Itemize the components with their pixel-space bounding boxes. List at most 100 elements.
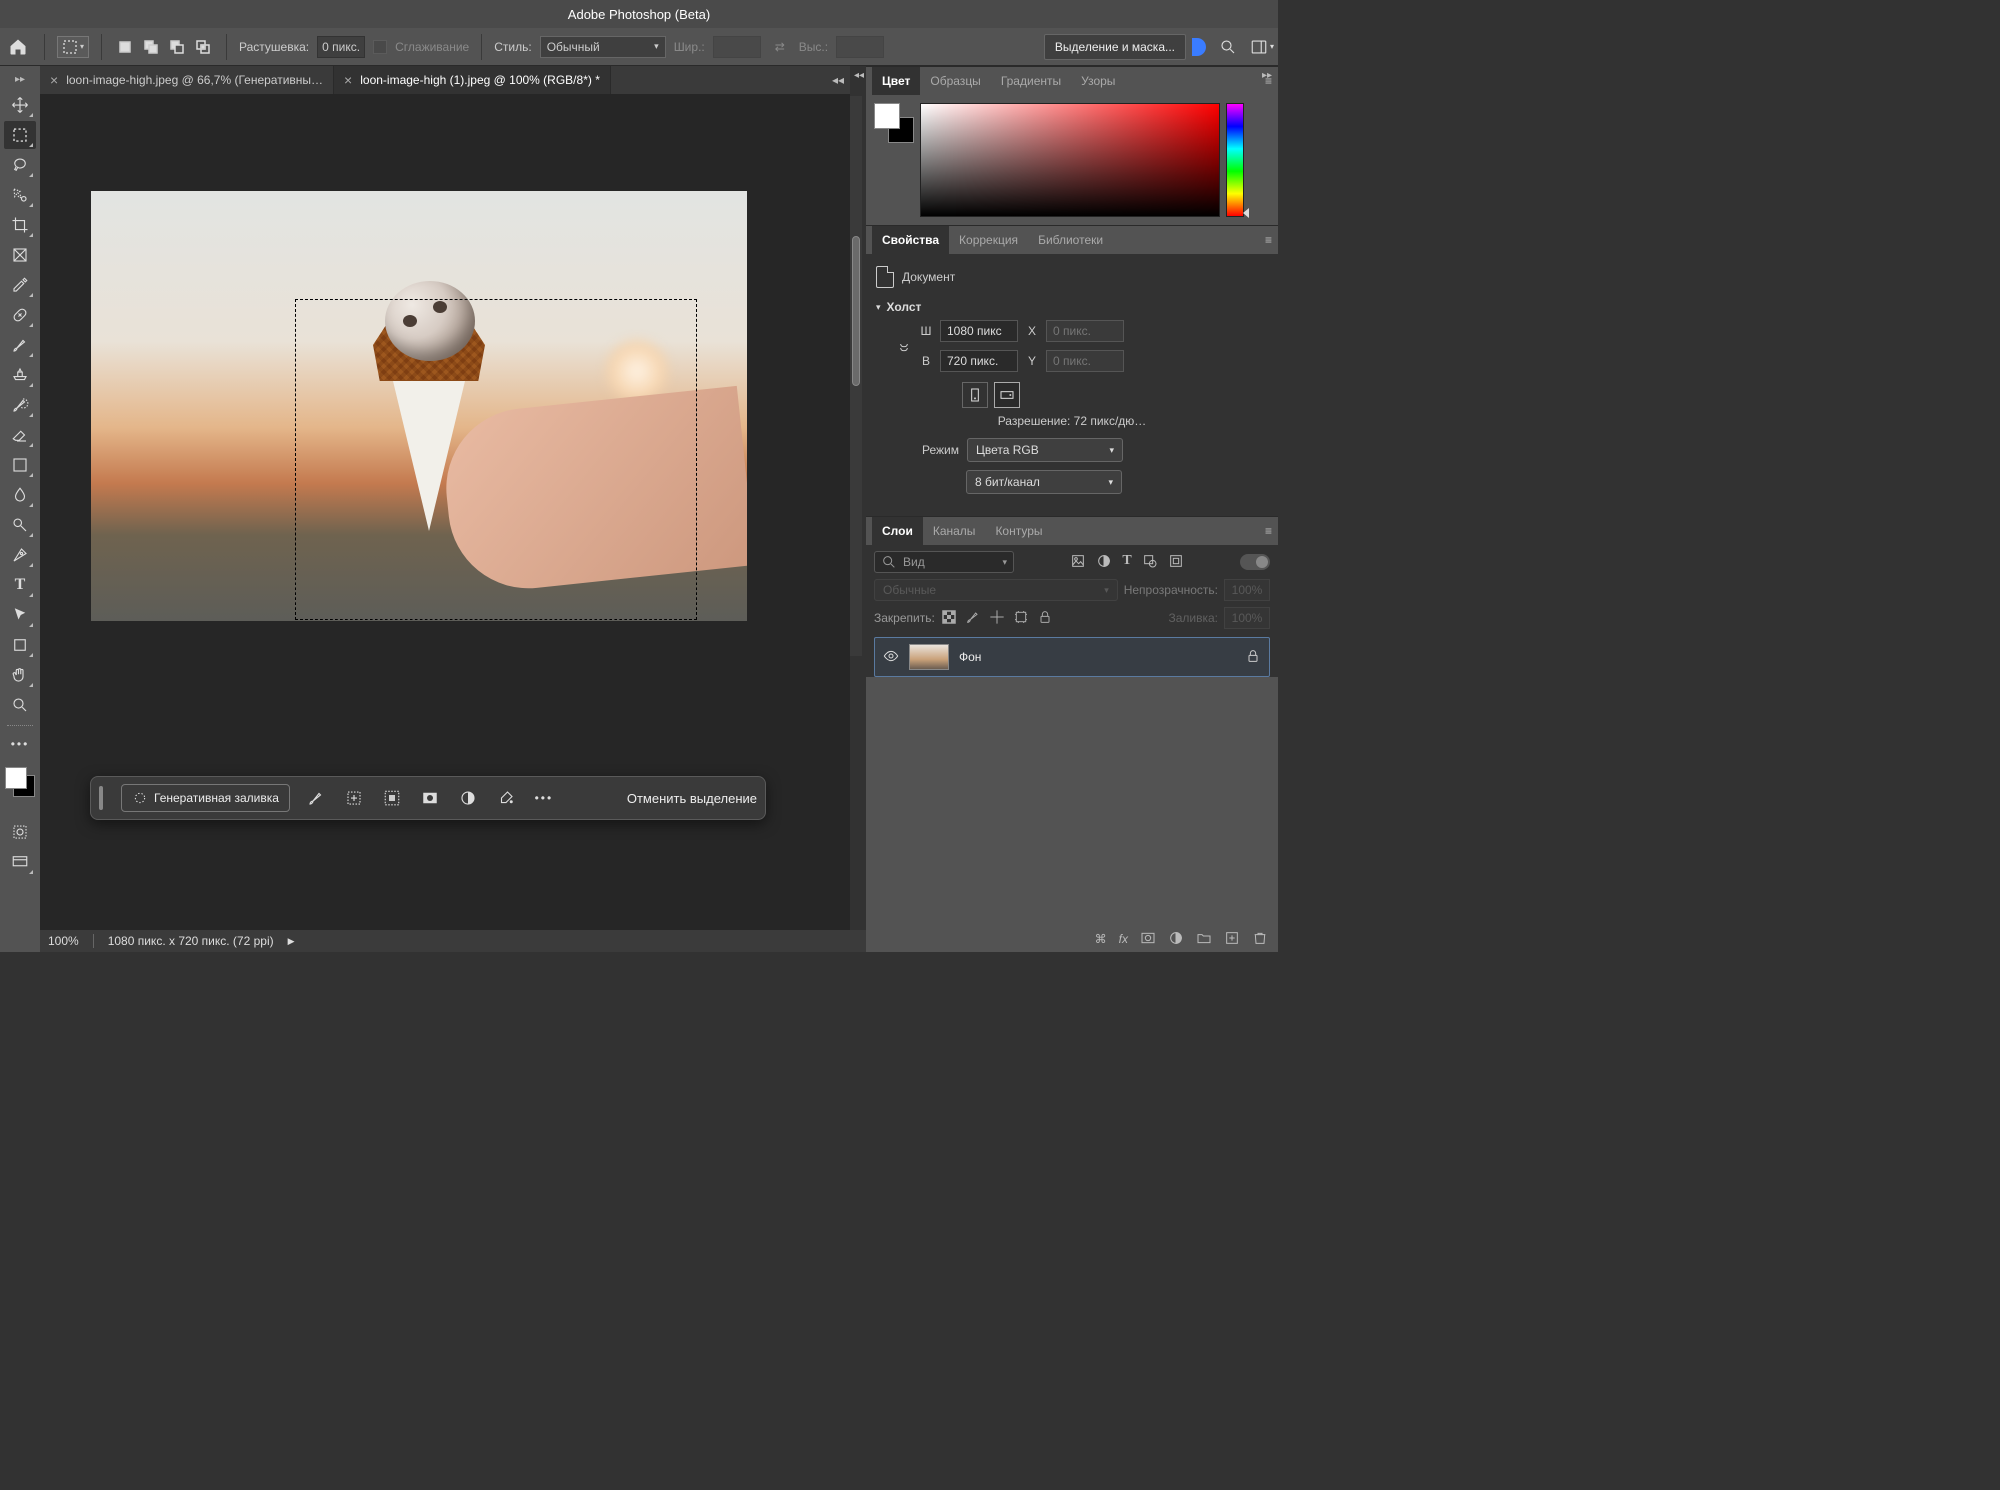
marquee-tool[interactable] xyxy=(4,121,36,149)
type-tool[interactable]: T xyxy=(4,571,36,599)
layer-filter-toggle[interactable] xyxy=(1240,554,1270,570)
layer-filter-kind[interactable]: Вид ▾ xyxy=(874,551,1014,573)
document-tab[interactable]: × loon-image-high (1).jpeg @ 100% (RGB/8… xyxy=(334,66,611,94)
tab-adjustments[interactable]: Коррекция xyxy=(949,226,1028,254)
add-mask-icon[interactable] xyxy=(1140,930,1156,949)
landscape-orientation-button[interactable] xyxy=(994,382,1020,408)
lock-image-icon[interactable] xyxy=(965,609,981,628)
drag-handle-icon[interactable] xyxy=(99,786,103,810)
clone-stamp-tool[interactable] xyxy=(4,361,36,389)
adjustment-icon[interactable] xyxy=(456,786,480,810)
selection-intersect-icon[interactable] xyxy=(192,36,214,58)
portrait-orientation-button[interactable] xyxy=(962,382,988,408)
link-layers-icon[interactable]: ⌘ xyxy=(1095,932,1107,946)
fx-icon[interactable]: fx xyxy=(1119,932,1128,946)
active-tool-preset[interactable]: ▾ xyxy=(57,36,89,58)
tab-patterns[interactable]: Узоры xyxy=(1071,67,1125,95)
fill-icon[interactable] xyxy=(494,786,518,810)
visibility-toggle-icon[interactable] xyxy=(883,648,899,667)
gradient-tool[interactable] xyxy=(4,451,36,479)
fg-bg-selector[interactable] xyxy=(874,103,914,143)
document-tab[interactable]: × loon-image-high.jpeg @ 66,7% (Генерати… xyxy=(40,66,334,94)
panel-menu-icon[interactable]: ≡ xyxy=(1265,524,1272,538)
canvas-area[interactable]: Генеративная заливка ••• Отменить выделе… xyxy=(40,94,850,930)
document-dimensions[interactable]: 1080 пикс. x 720 пикс. (72 ppi) xyxy=(108,934,274,948)
move-tool[interactable] xyxy=(4,91,36,119)
fg-swatch[interactable] xyxy=(874,103,900,129)
selection-subtract-icon[interactable] xyxy=(166,36,188,58)
lock-all-icon[interactable] xyxy=(1037,609,1053,628)
dodge-tool[interactable] xyxy=(4,511,36,539)
tab-channels[interactable]: Каналы xyxy=(923,517,986,545)
foreground-color-swatch[interactable] xyxy=(5,767,27,789)
brush-selection-icon[interactable] xyxy=(304,786,328,810)
tab-paths[interactable]: Контуры xyxy=(985,517,1052,545)
layer-thumbnail[interactable] xyxy=(909,644,949,670)
scrollbar-thumb[interactable] xyxy=(852,236,860,386)
close-tab-icon[interactable]: × xyxy=(344,72,352,88)
layer-row[interactable]: Фон xyxy=(874,637,1270,677)
modify-selection-icon[interactable] xyxy=(342,786,366,810)
zoom-level[interactable]: 100% xyxy=(48,934,79,948)
tab-libraries[interactable]: Библиотеки xyxy=(1028,226,1113,254)
color-swatches[interactable] xyxy=(4,766,36,798)
quick-select-tool[interactable] xyxy=(4,181,36,209)
canvas-height-input[interactable] xyxy=(940,350,1018,372)
adjustment-layer-icon[interactable] xyxy=(1168,930,1184,949)
search-button[interactable] xyxy=(1216,36,1240,58)
shape-tool[interactable] xyxy=(4,631,36,659)
generative-fill-button[interactable]: Генеративная заливка xyxy=(121,784,290,812)
pen-tool[interactable] xyxy=(4,541,36,569)
tab-swatches[interactable]: Образцы xyxy=(920,67,990,95)
home-button[interactable] xyxy=(4,34,32,60)
deselect-button[interactable]: Отменить выделение xyxy=(627,791,757,806)
group-icon[interactable] xyxy=(1196,930,1212,949)
filter-shape-icon[interactable] xyxy=(1142,553,1158,572)
filter-type-icon[interactable]: T xyxy=(1122,553,1131,572)
tab-properties[interactable]: Свойства xyxy=(872,226,949,254)
hand-tool[interactable] xyxy=(4,661,36,689)
lock-position-icon[interactable] xyxy=(989,609,1005,628)
layer-name[interactable]: Фон xyxy=(959,650,981,664)
close-tab-icon[interactable]: × xyxy=(50,72,58,88)
mask-icon[interactable] xyxy=(418,786,442,810)
tab-layers[interactable]: Слои xyxy=(872,517,923,545)
selection-new-icon[interactable] xyxy=(114,36,136,58)
color-field[interactable] xyxy=(920,103,1220,217)
edit-toolbar-button[interactable]: ••• xyxy=(4,730,36,758)
bit-depth-select[interactable]: 8 бит/канал ▾ xyxy=(966,470,1122,494)
crop-tool[interactable] xyxy=(4,211,36,239)
blur-tool[interactable] xyxy=(4,481,36,509)
tab-gradients[interactable]: Градиенты xyxy=(991,67,1071,95)
filter-pixel-icon[interactable] xyxy=(1070,553,1086,572)
chevron-right-icon[interactable]: ▶ xyxy=(288,936,295,947)
collapse-panels-icon[interactable]: ◂◂ xyxy=(826,66,850,94)
panel-menu-icon[interactable]: ≡ xyxy=(1265,233,1272,247)
link-dimensions-icon[interactable] xyxy=(896,338,912,354)
canvas-width-input[interactable] xyxy=(940,320,1018,342)
collapse-panels-icon[interactable]: ▸▸ xyxy=(1262,70,1272,81)
eyedropper-tool[interactable] xyxy=(4,271,36,299)
color-mode-select[interactable]: Цвета RGB ▾ xyxy=(967,438,1123,462)
style-select[interactable]: Обычный ▾ xyxy=(540,36,666,58)
document-canvas[interactable] xyxy=(91,191,747,621)
selection-add-icon[interactable] xyxy=(140,36,162,58)
hue-slider[interactable] xyxy=(1226,103,1244,217)
expand-dock-icon[interactable]: ◂◂ xyxy=(854,70,864,81)
lasso-tool[interactable] xyxy=(4,151,36,179)
lock-icon[interactable] xyxy=(1245,648,1261,667)
lock-artboard-icon[interactable] xyxy=(1013,609,1029,628)
path-select-tool[interactable] xyxy=(4,601,36,629)
canvas-section-toggle[interactable]: ▾ Холст xyxy=(876,300,1268,314)
vertical-scrollbar[interactable] xyxy=(850,96,862,656)
filter-smart-icon[interactable] xyxy=(1168,553,1184,572)
frame-tool[interactable] xyxy=(4,241,36,269)
feather-input[interactable] xyxy=(317,36,365,58)
select-and-mask-button[interactable]: Выделение и маска... xyxy=(1044,34,1186,60)
tab-color[interactable]: Цвет xyxy=(872,67,920,95)
healing-tool[interactable] xyxy=(4,301,36,329)
expand-toolbar-icon[interactable]: ▸▸ xyxy=(15,74,25,85)
eraser-tool[interactable] xyxy=(4,421,36,449)
new-layer-icon[interactable] xyxy=(1224,930,1240,949)
invert-selection-icon[interactable] xyxy=(380,786,404,810)
